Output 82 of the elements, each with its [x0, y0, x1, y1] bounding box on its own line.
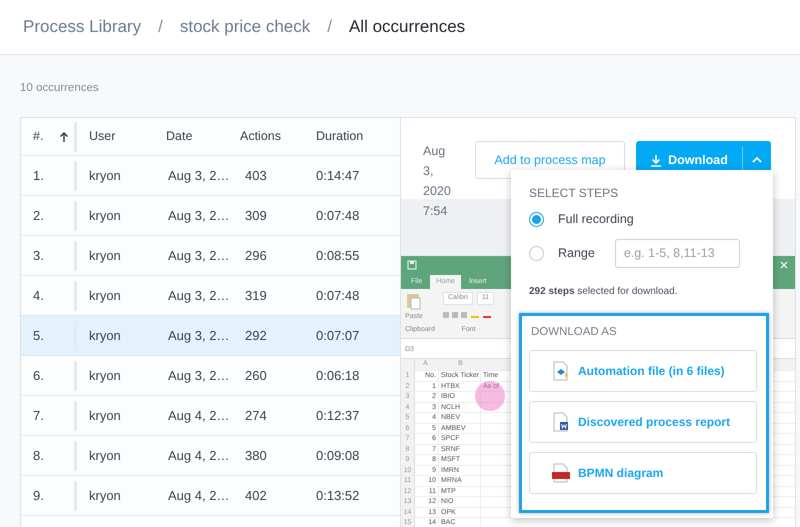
breadcrumb-separator: / [158, 16, 163, 38]
table-row[interactable]: 1. kryon Aug 3, 2… 403 0:14:47 [21, 156, 400, 196]
table-cell: 380 [245, 448, 267, 463]
radio-label[interactable]: Full recording [558, 210, 634, 228]
occurrence-count: 10 occurrences [20, 82, 99, 94]
table-cell: 0:12:37 [316, 408, 360, 423]
table-cell: 0:09:08 [316, 448, 360, 463]
table-cell: 309 [245, 208, 267, 223]
table-cell: 0:08:55 [316, 248, 360, 263]
table-cell: 0:07:48 [316, 288, 360, 303]
click-marker [475, 381, 505, 411]
table-cell: 260 [245, 368, 267, 383]
table-cell-text: 3. [33, 246, 44, 265]
table-cell: kryon [89, 448, 121, 463]
column-header[interactable]: Actions [240, 129, 281, 144]
table-row[interactable]: 2. kryon Aug 3, 2… 309 0:07:48 [21, 196, 400, 236]
table-cell: Aug 3, 2… [168, 248, 230, 263]
table-cell: Aug 3, 2… [168, 288, 230, 303]
table-row[interactable]: 3. kryon Aug 3, 2… 296 0:08:55 [21, 236, 400, 276]
table-row[interactable]: 6. kryon Aug 3, 2… 260 0:06:18 [21, 356, 400, 396]
breadcrumb-link[interactable]: stock price check [180, 14, 310, 40]
table-cell: Aug 4, 2… [168, 488, 230, 503]
table-cell: kryon [89, 288, 121, 303]
column-header[interactable]: Date [166, 129, 192, 144]
table-cell-text: 1. [33, 166, 44, 185]
table-cell: 403 [245, 168, 267, 183]
table-cell: 0:06:18 [316, 368, 360, 383]
close-icon [779, 260, 789, 270]
table-cell-text: 5. [33, 326, 44, 345]
table-cell-text: 4. [33, 286, 44, 305]
selection-summary: 292 steps selected for download. [529, 286, 678, 297]
column-header[interactable]: User [89, 129, 116, 144]
file-icon [552, 361, 570, 382]
table-cell: kryon [89, 488, 121, 503]
table-cell-text: 6. [33, 366, 44, 385]
table-cell: Aug 3, 2… [168, 368, 230, 383]
table-cell: 0:07:48 [316, 208, 360, 223]
table-cell: kryon [89, 248, 121, 263]
table-cell: 0:07:07 [316, 328, 360, 343]
date-text: Aug 3, 2020 7:54 [423, 143, 452, 220]
radio-label[interactable]: Range [558, 244, 595, 262]
table-cell: 296 [245, 248, 267, 263]
column-header[interactable]: Duration [316, 129, 364, 144]
section-title: SELECT STEPS [528, 185, 620, 202]
table-cell: kryon [89, 408, 121, 423]
table-cell: kryon [89, 328, 121, 343]
breadcrumb-current: All occurrences [348, 16, 466, 38]
section-title: DOWNLOAD AS [530, 325, 618, 340]
table-cell: 319 [245, 288, 267, 303]
font-format-icons [442, 310, 491, 319]
column-header[interactable]: #. [33, 127, 44, 146]
table-cell-text: 2. [33, 206, 44, 225]
table-cell: 274 [245, 408, 267, 423]
save-icon [407, 260, 417, 270]
range-field[interactable]: e.g. 1-5, 8,11-13 [614, 238, 740, 268]
radio-button[interactable] [529, 246, 544, 260]
breadcrumb-link[interactable]: Process Library [23, 14, 142, 40]
breadcrumb-separator: / [327, 16, 332, 38]
table-row[interactable]: 9. kryon Aug 4, 2… 402 0:13:52 [21, 476, 400, 516]
table-cell-text: 9. [33, 486, 44, 505]
download-icon [650, 154, 662, 166]
table-cell: Aug 4, 2… [168, 448, 230, 463]
table-cell: 0:14:47 [316, 168, 360, 183]
table-row[interactable]: 7. kryon Aug 4, 2… 274 0:12:37 [21, 396, 400, 436]
paste-icon [405, 292, 421, 310]
table-cell: 0:13:52 [316, 488, 360, 503]
radio-button[interactable] [529, 212, 544, 226]
table-cell: kryon [89, 368, 121, 383]
table-cell: 292 [245, 328, 267, 343]
table-cell-text: 8. [33, 446, 44, 465]
diagram-file-icon [552, 463, 570, 484]
table-cell: kryon [89, 168, 121, 183]
document-icon [552, 412, 570, 432]
table-cell-text: 7. [33, 406, 44, 425]
table-cell: Aug 3, 2… [168, 328, 230, 343]
table-cell: 402 [245, 488, 267, 503]
table-cell: kryon [89, 208, 121, 223]
table-cell: Aug 3, 2… [168, 208, 230, 223]
table-row[interactable]: 8. kryon Aug 4, 2… 380 0:09:08 [21, 436, 400, 476]
table-cell: Aug 3, 2… [168, 168, 230, 183]
table-cell: Aug 4, 2… [168, 408, 230, 423]
table-row[interactable]: 5. kryon Aug 3, 2… 292 0:07:07 [21, 316, 400, 356]
